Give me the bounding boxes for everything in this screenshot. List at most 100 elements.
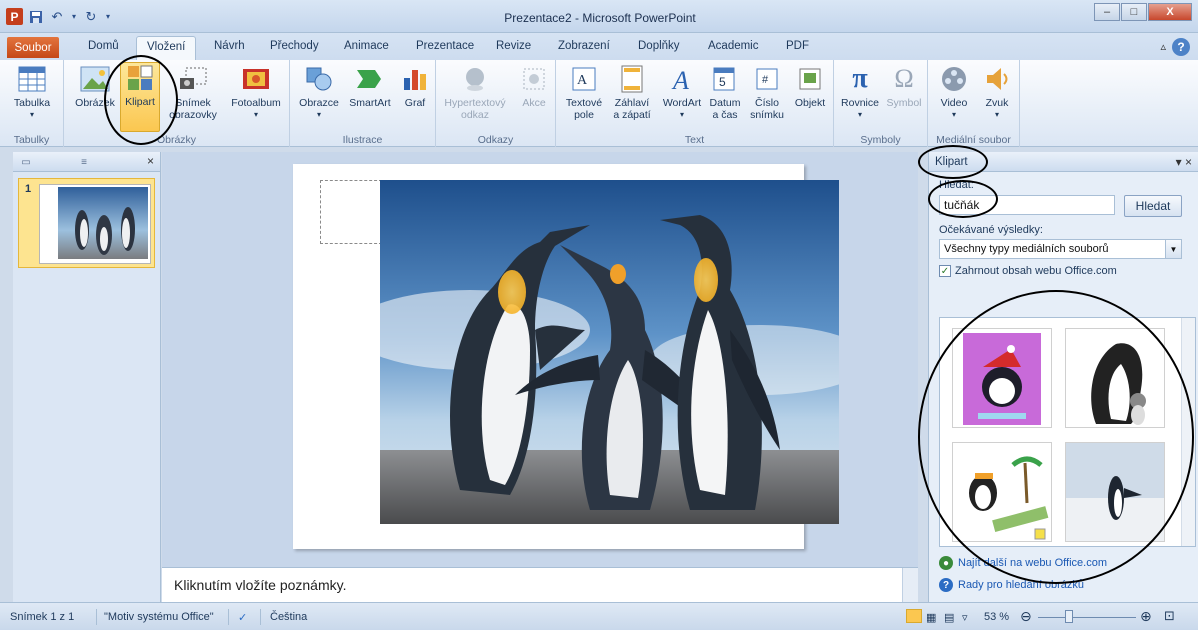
outline-tab-icon[interactable]: ≡	[73, 154, 95, 170]
minimize-button[interactable]: –	[1094, 3, 1120, 21]
status-bar: Snímek 1 z 1 "Motiv systému Office" ✓ Če…	[0, 602, 1198, 630]
slide-number-button[interactable]: # Číslo snímku	[746, 64, 788, 121]
tab-transitions[interactable]: Přechody	[270, 40, 319, 52]
slide-number-label-1: Číslo	[755, 97, 779, 109]
header-footer-label-2: a zápatí	[613, 109, 651, 121]
undo-dropdown-icon[interactable]: ▾	[70, 9, 78, 25]
slide-number-icon: #	[752, 64, 782, 94]
slides-panel-close-icon[interactable]: ×	[147, 154, 154, 168]
ribbon-tabs: Soubor Domů Vložení Návrh Přechody Anima…	[0, 33, 1198, 60]
fit-to-window-icon[interactable]: ⊡	[1164, 608, 1175, 624]
slide-thumbnail-1[interactable]: 1	[18, 178, 155, 268]
task-pane-title: Klipart	[935, 156, 968, 168]
screenshot-button[interactable]: Snímek obrazovky	[164, 64, 222, 121]
notes-scrollbar[interactable]	[902, 568, 918, 602]
tab-view[interactable]: Zobrazení	[558, 40, 610, 52]
zoom-level[interactable]: 53 %	[984, 611, 1009, 623]
theme-name[interactable]: "Motiv systému Office"	[104, 611, 214, 623]
zoom-out-icon[interactable]: ⊖	[1020, 608, 1032, 625]
tab-design[interactable]: Návrh	[214, 40, 245, 52]
notes-placeholder: Kliknutím vložíte poznámky.	[174, 577, 347, 593]
table-button[interactable]: Tabulka ▾	[6, 64, 58, 121]
datetime-button[interactable]: 5 Datum a čas	[706, 64, 744, 121]
chart-button[interactable]: Graf	[398, 64, 432, 109]
tab-home[interactable]: Domů	[88, 40, 119, 52]
tab-academic[interactable]: Academic	[708, 40, 759, 52]
group-media: Video ▾ Zvuk ▾ Mediální soubor	[928, 60, 1020, 147]
tab-slideshow[interactable]: Prezentace	[416, 40, 474, 52]
tab-pdf[interactable]: PDF	[786, 40, 809, 52]
clipart-result-2[interactable]	[1065, 328, 1165, 428]
tab-addins[interactable]: Doplňky	[638, 40, 680, 52]
find-more-link[interactable]: ● Najít další na webu Office.com	[939, 556, 1107, 570]
equation-button[interactable]: π Rovnice ▾	[838, 64, 882, 121]
minimize-ribbon-icon[interactable]: ▵	[1160, 40, 1166, 53]
close-button[interactable]: X	[1148, 3, 1192, 21]
checkbox-check-icon[interactable]: ✓	[939, 265, 951, 277]
powerpoint-logo-icon[interactable]: P	[6, 8, 23, 25]
photo-album-button[interactable]: Fotoalbum ▾	[226, 64, 286, 121]
task-pane-controls[interactable]: ▾ ×	[1176, 155, 1192, 169]
picture-button[interactable]: Obrázek	[70, 64, 120, 109]
tab-animations[interactable]: Animace	[344, 40, 389, 52]
clipart-result-1[interactable]	[952, 328, 1052, 428]
notes-pane[interactable]: Kliknutím vložíte poznámky.	[162, 567, 918, 602]
maximize-button[interactable]: □	[1121, 3, 1147, 21]
status-divider	[228, 609, 229, 625]
symbol-button[interactable]: Ω Symbol	[884, 64, 924, 110]
normal-view-icon[interactable]	[906, 609, 922, 623]
shapes-button[interactable]: Obrazce ▾	[296, 64, 342, 121]
action-button[interactable]: Akce	[516, 64, 552, 109]
save-icon[interactable]	[28, 9, 44, 25]
textbox-label-1: Textové	[565, 97, 603, 109]
tab-insert[interactable]: Vložení	[136, 36, 197, 60]
media-type-select[interactable]: Všechny typy mediálních souborů ▼	[939, 239, 1182, 259]
search-tips-link[interactable]: ? Rady pro hledání obrázků	[939, 578, 1084, 592]
video-button[interactable]: Video ▾	[934, 64, 974, 121]
object-icon	[795, 64, 825, 94]
slide-canvas[interactable]	[293, 164, 839, 549]
clipart-icon	[125, 63, 155, 93]
object-button[interactable]: Objekt	[790, 64, 830, 109]
wordart-button[interactable]: A WordArt ▾	[658, 64, 706, 121]
wordart-label: WordArt	[662, 97, 702, 109]
search-button[interactable]: Hledat	[1124, 195, 1182, 217]
slide-workspace	[162, 152, 918, 567]
search-input[interactable]	[939, 195, 1115, 215]
slides-tab-icon[interactable]: ▭	[15, 154, 37, 170]
group-tables: Tabulka ▾ Tabulky	[0, 60, 64, 147]
results-scrollbar[interactable]	[1181, 318, 1195, 546]
help-icon[interactable]: ?	[1172, 38, 1190, 56]
undo-icon[interactable]: ↶	[49, 9, 65, 25]
slideshow-icon[interactable]: ▿	[962, 611, 968, 624]
group-media-label: Mediální soubor	[936, 134, 1011, 146]
include-office-checkbox[interactable]: ✓ Zahrnout obsah webu Office.com	[939, 265, 1117, 277]
slide-sorter-icon[interactable]: ▦	[926, 611, 936, 624]
table-dropdown-icon: ▾	[29, 110, 34, 119]
reading-view-icon[interactable]: ▤	[944, 611, 954, 624]
spellcheck-icon[interactable]: ✓	[238, 611, 247, 624]
clipart-result-3[interactable]	[952, 442, 1052, 542]
clipart-result-4[interactable]	[1065, 442, 1165, 542]
tab-file[interactable]: Soubor	[7, 37, 59, 58]
language[interactable]: Čeština	[270, 611, 307, 623]
film-reel-icon	[939, 64, 969, 94]
photo-album-label: Fotoalbum	[231, 97, 281, 109]
customize-qat-icon[interactable]: ▾	[104, 9, 112, 25]
zoom-in-icon[interactable]: ⊕	[1140, 608, 1152, 625]
redo-icon[interactable]: ↻	[83, 9, 99, 25]
tab-review[interactable]: Revize	[496, 40, 531, 52]
datetime-label-1: Datum	[709, 97, 741, 109]
zoom-slider-track[interactable]	[1038, 617, 1136, 618]
media-type-value: Všechny typy mediálních souborů	[944, 243, 1109, 255]
header-footer-button[interactable]: Záhlaví a zápatí	[608, 64, 656, 121]
smartart-button[interactable]: SmartArt	[344, 64, 396, 109]
chevron-down-icon[interactable]: ▼	[1165, 240, 1181, 258]
penguins-picture[interactable]	[380, 180, 839, 524]
textbox-button[interactable]: A Textové pole	[564, 64, 604, 121]
zoom-slider-thumb[interactable]	[1065, 610, 1073, 623]
audio-button[interactable]: Zvuk ▾	[978, 64, 1016, 121]
clipart-button[interactable]: Klipart	[120, 62, 160, 132]
empty-placeholder[interactable]	[320, 180, 382, 244]
hyperlink-button[interactable]: Hypertextový odkaz	[440, 64, 510, 121]
